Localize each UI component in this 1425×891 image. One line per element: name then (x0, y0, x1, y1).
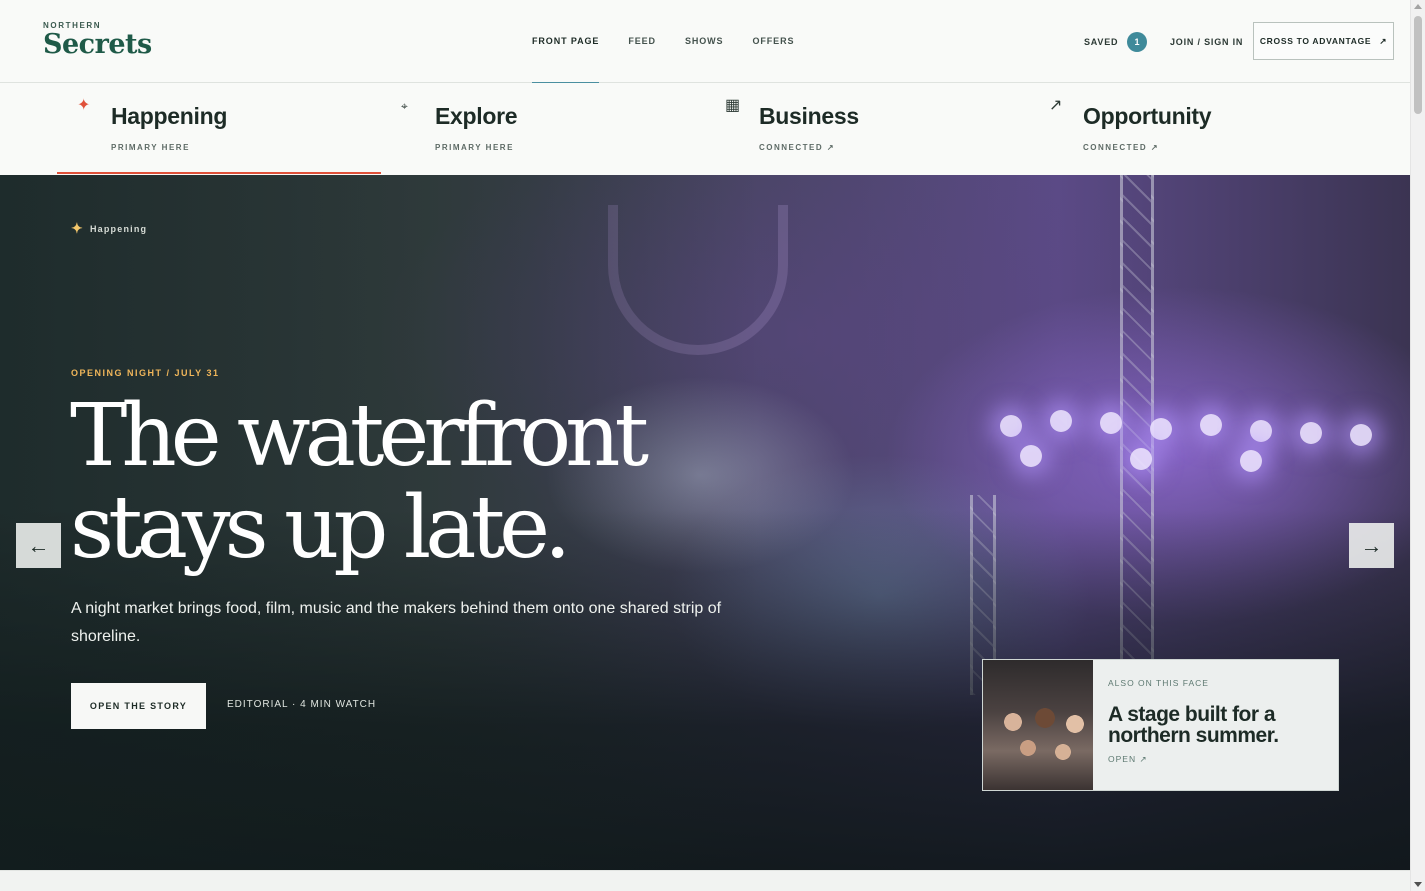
tab-explore[interactable]: ⌖ Explore PRIMARY HERE (381, 83, 705, 174)
sparkle-icon: ✦ (77, 97, 91, 114)
arrow-left-icon: ← (27, 532, 50, 558)
hero-meta: EDITORIAL · 4 MIN WATCH (227, 699, 377, 710)
tab-title: Explore (435, 103, 518, 129)
arrow-right-icon: → (1360, 532, 1383, 558)
scroll-down-icon[interactable] (1414, 882, 1422, 887)
eyebrow-label: Happening (89, 223, 148, 234)
main-nav: FRONT PAGE FEED SHOWS OFFERS (532, 0, 794, 84)
also-on-this-face-card[interactable]: ALSO ON THIS FACE A stage built for a no… (982, 659, 1339, 791)
saved-count-badge: 1 (1127, 32, 1148, 52)
cross-to-advantage-button[interactable]: CROSS TO ADVANTAGE ↗ (1253, 22, 1394, 60)
arrow-up-right-icon: ↗ (1379, 35, 1388, 46)
card-open-link[interactable]: OPEN ↗ (1108, 754, 1323, 765)
hero-kicker: OPENING NIGHT / JULY 31 (71, 368, 220, 378)
nav-shows[interactable]: SHOWS (685, 0, 724, 83)
scroll-up-icon[interactable] (1414, 4, 1422, 9)
saved-button[interactable]: SAVED 1 (1084, 32, 1148, 52)
arrow-up-right-icon: ↗ (1049, 97, 1063, 114)
saved-label: SAVED (1084, 37, 1119, 47)
tab-title: Happening (111, 103, 228, 129)
tab-opportunity[interactable]: ↗ Opportunity CONNECTED ↗ (1029, 83, 1353, 174)
hero-eyebrow: ✦ Happening (71, 220, 147, 237)
tab-subtitle: CONNECTED ↗ (759, 143, 836, 152)
compass-icon: ⌖ (401, 99, 408, 113)
logo[interactable]: NORTHERN Secrets (43, 21, 152, 59)
join-sign-in-link[interactable]: JOIN / SIGN IN (1170, 37, 1243, 47)
crowd-thumbnail (983, 660, 1093, 790)
open-story-button[interactable]: OPEN THE STORY (71, 683, 206, 729)
tab-subtitle: CONNECTED ↗ (1083, 143, 1160, 152)
next-slide-button[interactable]: → (1349, 523, 1394, 568)
tab-subtitle: PRIMARY HERE (435, 143, 514, 152)
tab-happening[interactable]: ✦ Happening PRIMARY HERE (57, 83, 381, 174)
sparkle-icon: ✦ (71, 220, 84, 236)
cta-label: CROSS TO ADVANTAGE (1259, 36, 1372, 46)
card-title: A stage built for a northern summer. (1108, 703, 1279, 747)
scroll-thumb[interactable] (1414, 16, 1422, 114)
grid-icon: ▦ (725, 97, 741, 114)
hero-headline: The waterfront stays up late. (70, 390, 770, 574)
nav-offers[interactable]: OFFERS (752, 0, 794, 83)
prev-slide-button[interactable]: ← (16, 523, 61, 568)
tab-business[interactable]: ▦ Business CONNECTED ↗ (705, 83, 1029, 174)
next-section-edge (0, 870, 1410, 891)
site-header: NORTHERN Secrets FRONT PAGE FEED SHOWS O… (0, 0, 1410, 84)
tab-title: Business (759, 103, 859, 129)
card-kicker: ALSO ON THIS FACE (1108, 678, 1209, 688)
page-scrollbar[interactable] (1410, 0, 1425, 891)
category-tabs: ✦ Happening PRIMARY HERE ⌖ Explore PRIMA… (0, 83, 1410, 175)
headline-line-2: stays up late. (70, 478, 571, 578)
hero-lede: A night market brings food, film, music … (71, 600, 722, 645)
tab-title: Opportunity (1083, 103, 1212, 129)
logo-name: Secrets (43, 29, 152, 60)
hero-carousel: ✦ Happening OPENING NIGHT / JULY 31 The … (0, 175, 1410, 870)
nav-front-page[interactable]: FRONT PAGE (532, 0, 600, 84)
tab-subtitle: PRIMARY HERE (111, 143, 190, 152)
nav-feed[interactable]: FEED (628, 0, 656, 83)
headline-line-1: The waterfront (70, 386, 649, 486)
